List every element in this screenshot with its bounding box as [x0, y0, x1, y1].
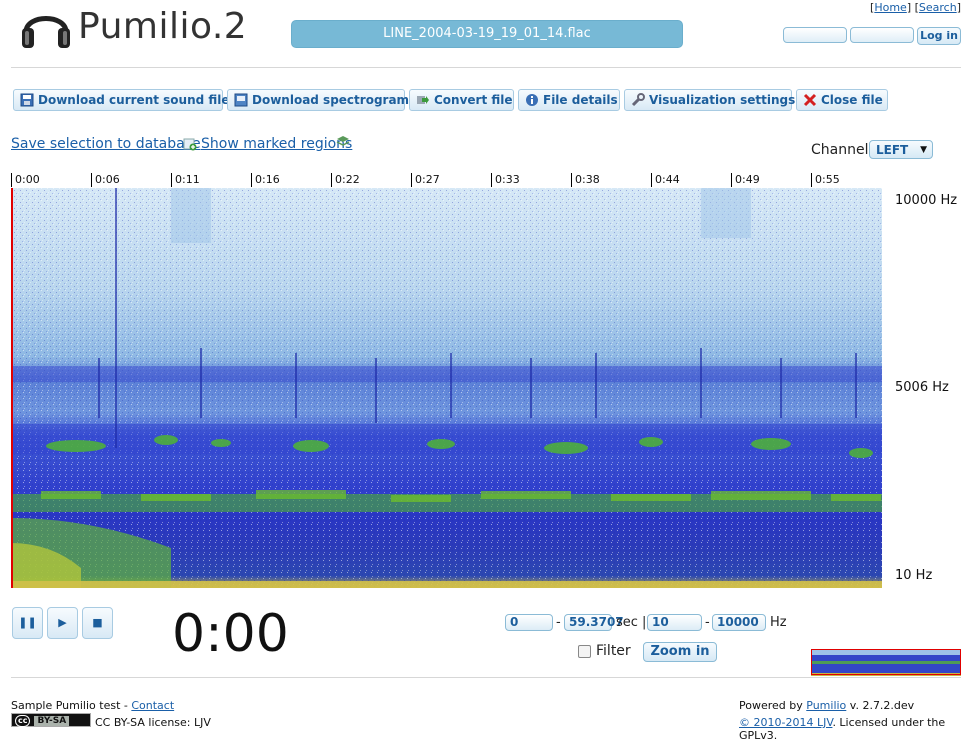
cc-license-badge[interactable]: cc BY-SA	[11, 713, 91, 727]
image-save-icon	[234, 93, 248, 107]
username-input[interactable]	[783, 27, 847, 43]
navigator-thumbnail[interactable]	[811, 613, 961, 676]
spectrogram-image[interactable]	[11, 188, 882, 588]
convert-file-button[interactable]: Convert file	[409, 89, 514, 111]
play-button[interactable]: ▶	[47, 607, 78, 639]
freq-end-input[interactable]: 10000	[712, 614, 766, 631]
freq-range-dash: -	[705, 615, 710, 630]
save-disk-icon	[20, 93, 34, 107]
show-marked-regions-link[interactable]: Show marked regions	[201, 136, 352, 152]
file-title: LINE_2004-03-19_19_01_14.flac	[291, 20, 683, 48]
freq-unit-label: Hz	[770, 615, 787, 630]
wrench-icon	[631, 93, 645, 107]
footer-divider	[11, 677, 961, 678]
pause-button[interactable]: ❚❚	[12, 607, 43, 639]
channel-select[interactable]: LEFT ▼	[869, 140, 933, 159]
contact-link[interactable]: Contact	[131, 699, 174, 712]
stop-button[interactable]: ■	[82, 607, 113, 639]
copyright-link[interactable]: © 2010-2014 LJV	[739, 716, 832, 729]
playback-cursor[interactable]	[11, 188, 13, 588]
zoom-in-button[interactable]: Zoom in	[643, 642, 717, 662]
home-link[interactable]: Home	[874, 1, 906, 14]
info-icon	[526, 94, 538, 106]
download-sound-button[interactable]: Download current sound file	[13, 89, 230, 111]
visualization-settings-button[interactable]: Visualization settings	[624, 89, 796, 111]
filter-checkbox[interactable]	[578, 645, 591, 658]
freq-label-mid: 5006 Hz	[895, 380, 949, 395]
time-range-dash: -	[556, 615, 561, 630]
file-details-label: File details	[543, 93, 618, 107]
channel-label: Channel:	[811, 142, 874, 158]
stop-icon: ■	[92, 616, 103, 629]
download-sound-label: Download current sound file	[38, 93, 230, 107]
freq-start-input[interactable]: 10	[647, 614, 702, 631]
download-spectrogram-button[interactable]: Download spectrogram	[227, 89, 409, 111]
pumilio-link[interactable]: Pumilio	[806, 699, 846, 712]
pause-icon: ❚❚	[18, 616, 37, 629]
freq-label-top: 10000 Hz	[895, 193, 958, 208]
password-input[interactable]	[850, 27, 914, 43]
channel-value: LEFT	[876, 143, 909, 157]
search-link[interactable]: Search	[919, 1, 957, 14]
footer-site: Sample Pumilio test - Contact	[11, 699, 175, 712]
close-file-button[interactable]: Close file	[796, 89, 888, 111]
play-icon: ▶	[58, 616, 67, 629]
save-selection-link[interactable]: Save selection to database	[11, 136, 201, 152]
license-text: CC BY-SA license: LJV	[95, 716, 211, 729]
close-file-label: Close file	[821, 93, 883, 107]
filter-label: Filter	[596, 643, 631, 659]
copyright: © 2010-2014 LJV. Licensed under the GPLv…	[739, 716, 946, 742]
time-display: 0:00	[172, 604, 289, 664]
file-details-button[interactable]: File details	[518, 89, 620, 111]
close-x-icon	[803, 93, 817, 107]
header-divider	[11, 67, 961, 68]
add-region-icon	[183, 138, 197, 151]
convert-file-label: Convert file	[434, 93, 513, 107]
time-end-input[interactable]: 59.3707	[564, 614, 624, 631]
convert-arrow-icon	[417, 96, 429, 104]
site-logo[interactable]: Pumilio.2	[18, 4, 247, 50]
time-unit-label: sec |	[616, 615, 647, 630]
chevron-down-icon: ▼	[920, 145, 927, 155]
headphones-icon	[22, 16, 70, 48]
login-button[interactable]: Log in	[917, 27, 961, 45]
download-spectrogram-label: Download spectrogram	[252, 93, 410, 107]
top-links: [Home] [Search]	[870, 1, 961, 14]
logo-text: Pumilio.2	[78, 6, 248, 47]
time-start-input[interactable]: 0	[505, 614, 553, 631]
regions-stack-icon	[336, 136, 350, 146]
powered-by: Powered by Pumilio v. 2.7.2.dev	[739, 699, 915, 712]
freq-label-bottom: 10 Hz	[895, 568, 933, 583]
visualization-settings-label: Visualization settings	[649, 93, 796, 107]
